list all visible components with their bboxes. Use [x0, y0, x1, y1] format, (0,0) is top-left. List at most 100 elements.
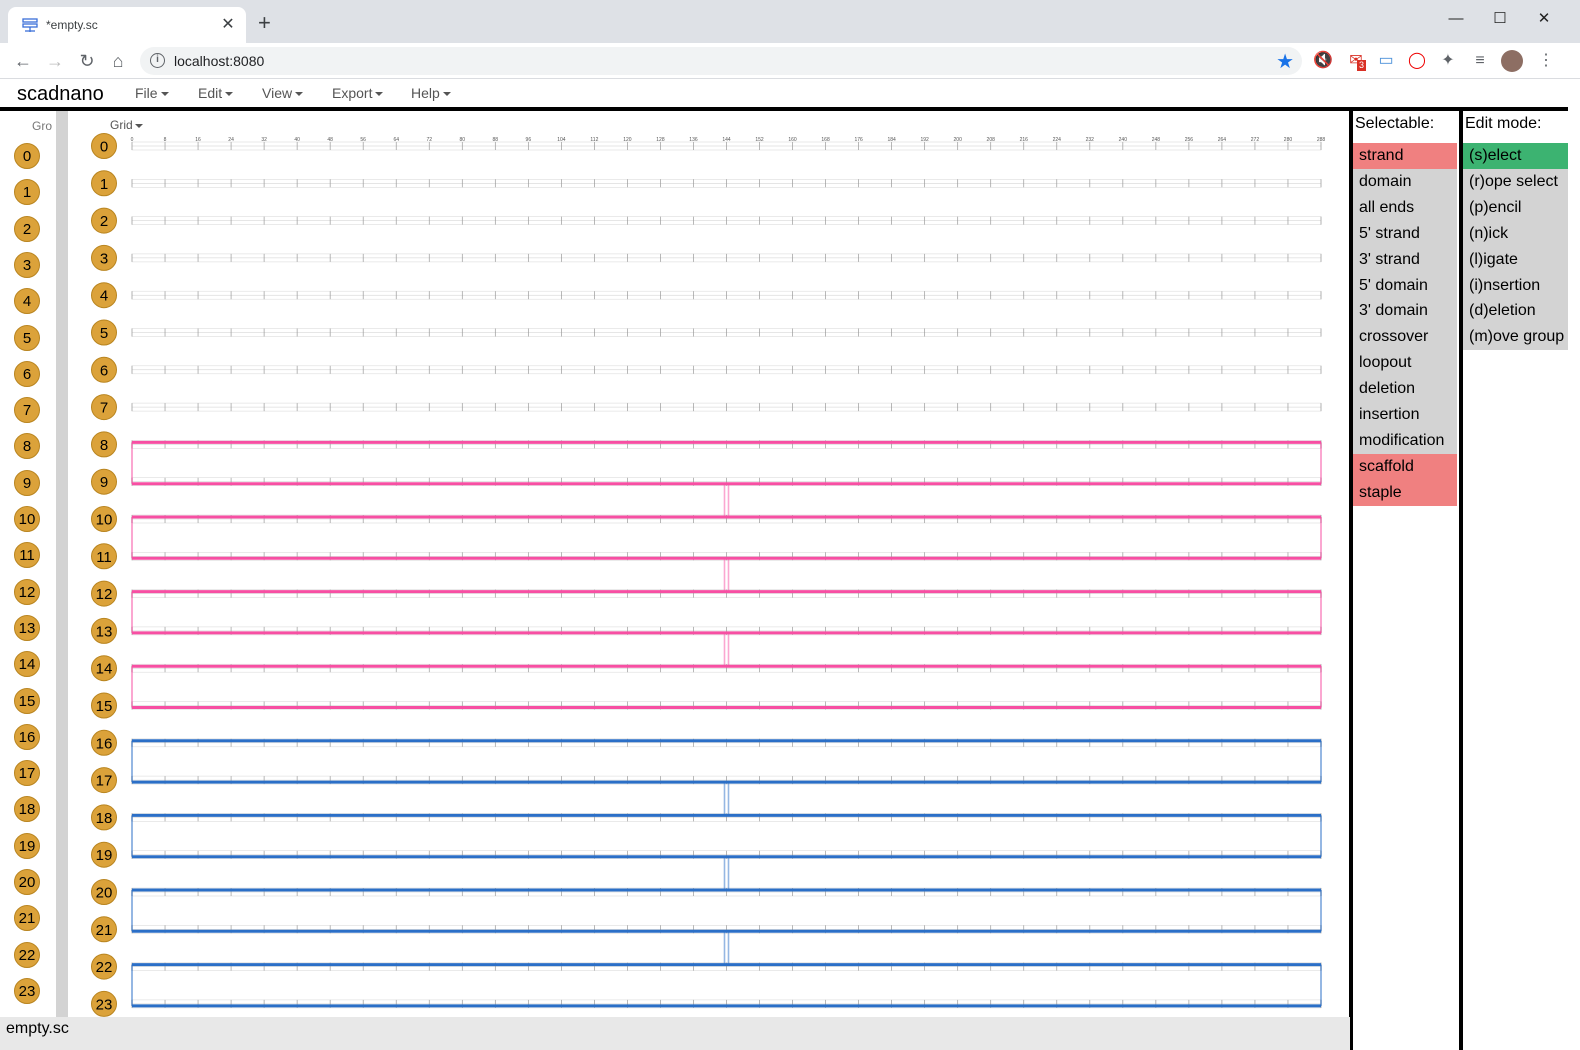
selectable-all-ends[interactable]: all ends: [1353, 194, 1457, 221]
opera-extension-icon[interactable]: ◯: [1406, 50, 1428, 72]
selectable-modification[interactable]: modification: [1353, 427, 1457, 454]
address-bar[interactable]: i localhost:8080 ★: [140, 47, 1302, 75]
browser-menu-icon[interactable]: ⋮: [1535, 50, 1557, 72]
edit-mode--n-ick[interactable]: (n)ick: [1463, 220, 1568, 247]
maximize-icon[interactable]: ☐: [1478, 4, 1522, 34]
side-helix-circle[interactable]: 1: [14, 179, 40, 206]
main-helix-label: 16: [96, 735, 113, 752]
helix-canvas[interactable]: 0 8 16 24 32 40 48 56 64 72 80 88 96 104 112 120 128 136 1…: [68, 111, 1348, 1017]
main-helix-label: 2: [100, 213, 108, 230]
side-helix-circle[interactable]: 21: [14, 905, 40, 932]
view-divider[interactable]: [56, 111, 68, 1017]
main-helix-label: 17: [96, 773, 113, 790]
menu-edit[interactable]: Edit: [198, 85, 234, 101]
selectable-insertion[interactable]: insertion: [1353, 402, 1457, 428]
side-helix-circle[interactable]: 22: [14, 941, 40, 968]
edit-mode--d-eletion[interactable]: (d)eletion: [1463, 298, 1568, 325]
side-helix-circle[interactable]: 6: [14, 360, 40, 387]
edit-mode--m-ove-group[interactable]: (m)ove group: [1463, 324, 1568, 351]
chevron-down-icon: [442, 92, 451, 97]
reading-list-icon[interactable]: ≡: [1469, 50, 1491, 72]
selectable-loopout[interactable]: loopout: [1353, 350, 1457, 377]
edit-mode--p-encil[interactable]: (p)encil: [1463, 194, 1568, 221]
side-helix-circle[interactable]: 10: [14, 506, 40, 532]
main-helix-label: 0: [100, 139, 108, 156]
selectable-scaffold[interactable]: scaffold: [1353, 453, 1457, 480]
side-helix-circle[interactable]: 11: [14, 542, 40, 569]
selectable-strand[interactable]: strand: [1353, 143, 1457, 169]
side-helix-circle[interactable]: 17: [14, 760, 40, 787]
home-icon[interactable]: ⌂: [105, 49, 131, 75]
close-window-icon[interactable]: ✕: [1522, 4, 1566, 34]
edit-mode--l-igate[interactable]: (l)igate: [1463, 246, 1568, 273]
side-helix-circle[interactable]: 3: [14, 251, 40, 278]
side-helix-circle[interactable]: 16: [14, 723, 40, 750]
side-helix-circle[interactable]: 14: [14, 651, 40, 678]
minimize-icon[interactable]: —: [1434, 4, 1478, 34]
chat-extension-icon[interactable]: ▭: [1375, 50, 1397, 72]
edit-mode--s-elect[interactable]: (s)elect: [1463, 143, 1568, 169]
side-helix-circle[interactable]: 20: [14, 869, 40, 895]
selectable-5-strand[interactable]: 5' strand: [1353, 220, 1457, 247]
menu-view[interactable]: View: [262, 85, 304, 101]
side-helix-circle[interactable]: 2: [14, 215, 40, 242]
main-helix-label: 20: [96, 885, 113, 902]
new-tab-icon[interactable]: +: [258, 12, 271, 34]
side-helix-circle[interactable]: 5: [14, 324, 40, 351]
menu-export[interactable]: Export: [332, 85, 384, 101]
side-helix-circle[interactable]: 7: [14, 397, 40, 424]
menu-view-label: View: [262, 85, 293, 101]
side-helix-circle[interactable]: 0: [14, 143, 40, 169]
edit-mode--r-ope-select[interactable]: (r)ope select: [1463, 168, 1568, 195]
menu-help[interactable]: Help: [411, 85, 451, 101]
selectable-crossover[interactable]: crossover: [1353, 324, 1457, 351]
bookmark-star-icon[interactable]: ★: [1276, 49, 1294, 74]
chevron-down-icon: [160, 92, 169, 97]
selectable-3-strand[interactable]: 3' strand: [1353, 246, 1457, 273]
browser-tab[interactable]: *empty.sc ✕: [8, 7, 246, 43]
menu-file[interactable]: File: [135, 85, 169, 101]
main-helix-label: 3: [100, 250, 108, 267]
selectable-domain[interactable]: domain: [1353, 168, 1457, 195]
reload-icon[interactable]: ↻: [74, 49, 100, 75]
side-helix-circle[interactable]: 13: [14, 614, 40, 641]
edit-mode-title: Edit mode:: [1465, 115, 1542, 132]
url-text: localhost:8080: [174, 53, 265, 69]
side-helix-circle[interactable]: 18: [14, 796, 40, 823]
side-helix-circle[interactable]: 23: [14, 977, 40, 1004]
edit-mode--i-nsertion[interactable]: (i)nsertion: [1463, 272, 1568, 299]
main-helix-label: 1: [100, 176, 108, 193]
side-helix-circle[interactable]: 15: [14, 687, 40, 714]
forward-icon[interactable]: →: [42, 49, 68, 75]
main-helix-label: 10: [96, 512, 113, 529]
side-helix-circle[interactable]: 12: [14, 578, 40, 605]
extensions-puzzle-icon[interactable]: ✦: [1437, 50, 1459, 72]
main-helix-label: 8: [100, 437, 108, 454]
tab-close-icon[interactable]: ✕: [218, 15, 238, 35]
back-icon[interactable]: ←: [10, 49, 36, 75]
mute-icon[interactable]: 🔇: [1312, 50, 1334, 72]
side-helix-circle[interactable]: 8: [14, 433, 40, 460]
selectable-5-domain[interactable]: 5' domain: [1353, 272, 1457, 299]
browser-tabstrip: *empty.sc ✕ + — ☐ ✕: [0, 0, 1580, 43]
selectable-staple[interactable]: staple: [1353, 479, 1457, 506]
site-info-icon[interactable]: i: [150, 53, 165, 68]
main-helix-label: 18: [96, 810, 113, 827]
selectable-deletion[interactable]: deletion: [1353, 376, 1457, 403]
side-grid-dropdown[interactable]: Gro: [32, 119, 52, 133]
side-helix-circle[interactable]: 9: [14, 469, 40, 496]
profile-avatar[interactable]: [1501, 50, 1523, 72]
side-helix-circle[interactable]: 19: [14, 832, 40, 859]
menu-edit-label: Edit: [198, 85, 223, 101]
chevron-down-icon: [225, 92, 234, 97]
main-helix-label: 6: [100, 362, 108, 379]
browser-toolbar: ← → ↻ ⌂ i localhost:8080 ★: [0, 43, 1580, 79]
chevron-down-icon: [295, 92, 304, 97]
mail-extension-icon[interactable]: ✉ 3: [1345, 50, 1367, 72]
selectable-3-domain[interactable]: 3' domain: [1353, 298, 1457, 325]
side-view[interactable]: Gro 0 1 2 3 4 5 6 7 8 9 10 11 12 13 14 15 16 17 18 19 20 21 22…: [0, 111, 56, 1017]
main-view[interactable]: Grid 0 8 16 24 32 40 48 56 64 72 80 88 96 104 112 120 12…: [68, 111, 1348, 1017]
strand-crossover: [723, 782, 730, 816]
side-helix-circle[interactable]: 4: [14, 288, 40, 315]
main-helix-label: 14: [96, 661, 113, 678]
